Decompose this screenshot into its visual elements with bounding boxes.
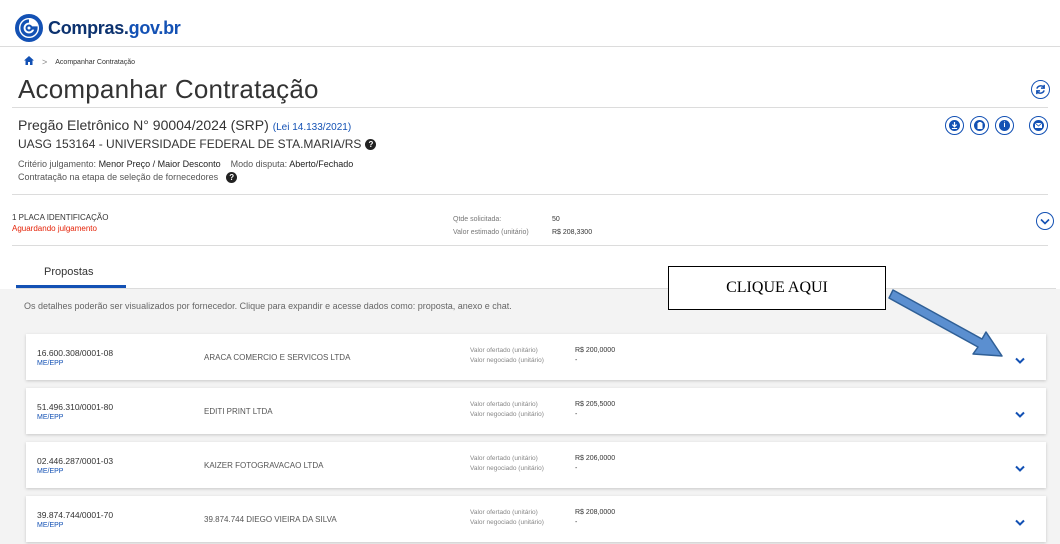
offered-value: R$ 208,0000: [575, 509, 616, 516]
offered-label: Valor ofertado (unitário): [470, 455, 538, 462]
supplier-size: ME/EPP: [37, 522, 64, 529]
process-title: Pregão Eletrônico N° 90004/2024 (SRP) (Le…: [18, 117, 352, 133]
supplier-size: ME/EPP: [37, 468, 64, 475]
qty-value: 50: [552, 216, 560, 223]
help-icon[interactable]: ?: [365, 139, 377, 151]
negotiated-value: -: [575, 411, 578, 418]
breadcrumb: > Acompanhar Contratação: [24, 56, 135, 68]
clipboard-button[interactable]: [970, 116, 989, 135]
offered-value: R$ 200,0000: [575, 347, 616, 354]
item-status: Aguardando julgamento: [12, 224, 97, 233]
negotiated-value: -: [575, 465, 578, 472]
criteria-line: Critério julgamento: Menor Preço / Maior…: [18, 159, 354, 169]
supplier-cnpj: 16.600.308/0001-08: [37, 348, 114, 358]
home-icon[interactable]: [24, 56, 34, 68]
download-icon: [949, 120, 960, 131]
logo-icon: [15, 14, 43, 42]
chevron-down-icon[interactable]: [1015, 351, 1025, 369]
supplier-name: EDITI PRINT LTDA: [204, 407, 273, 416]
estimated-value: R$ 208,3300: [552, 229, 593, 236]
qty-label: Qtde solicitada:: [453, 216, 502, 223]
estimated-value-label: Valor estimado (unitário): [453, 229, 529, 236]
info-button[interactable]: i: [995, 116, 1014, 135]
supplier-name: 39.874.744 DIEGO VIEIRA DA SILVA: [204, 515, 337, 524]
negotiated-label: Valor negociado (unitário): [470, 411, 544, 418]
clipboard-icon: [974, 120, 985, 131]
download-button[interactable]: [945, 116, 964, 135]
breadcrumb-separator-icon: >: [42, 57, 48, 67]
negotiated-label: Valor negociado (unitário): [470, 357, 544, 364]
item-title: 1 PLACA IDENTIFICAÇÃO: [12, 213, 109, 222]
negotiated-label: Valor negociado (unitário): [470, 465, 544, 472]
supplier-cnpj: 39.874.744/0001-70: [37, 510, 114, 520]
supplier-size: ME/EPP: [37, 360, 64, 367]
callout-box: CLIQUE AQUI: [668, 266, 886, 310]
supplier-size: ME/EPP: [37, 414, 64, 421]
refresh-button[interactable]: [1031, 80, 1050, 99]
supplier-name: KAIZER FOTOGRAVACAO LTDA: [204, 461, 324, 470]
logo-text: Compras.gov.br: [48, 17, 181, 38]
negotiated-value: -: [575, 357, 578, 364]
site-logo[interactable]: Compras.gov.br: [14, 13, 181, 43]
expand-item-button[interactable]: [1036, 212, 1054, 230]
negotiated-value: -: [575, 519, 578, 526]
proposal-card[interactable]: 39.874.744/0001-70 ME/EPP 39.874.744 DIE…: [26, 496, 1046, 542]
chevron-down-icon: [1040, 218, 1050, 225]
proposal-card[interactable]: 02.446.287/0001-03 ME/EPP KAIZER FOTOGRA…: [26, 442, 1046, 488]
negotiated-label: Valor negociado (unitário): [470, 519, 544, 526]
offered-label: Valor ofertado (unitário): [470, 347, 538, 354]
chevron-down-icon[interactable]: [1015, 513, 1025, 531]
help-icon[interactable]: ?: [226, 172, 238, 184]
title-divider: [12, 107, 1048, 108]
process-divider: [12, 194, 1048, 195]
uasg-line: UASG 153164 - UNIVERSIDADE FEDERAL DE ST…: [18, 137, 377, 151]
supplier-name: ARACA COMERCIO E SERVICOS LTDA: [204, 353, 351, 362]
header-divider: [0, 46, 1060, 47]
info-icon: i: [999, 120, 1010, 131]
proposals-description: Os detalhes poderão ser visualizados por…: [24, 301, 512, 311]
tab-proposals[interactable]: Propostas: [44, 266, 94, 278]
offered-label: Valor ofertado (unitário): [470, 509, 538, 516]
supplier-cnpj: 51.496.310/0001-80: [37, 402, 114, 412]
stage-line: Contratação na etapa de seleção de forne…: [18, 172, 238, 184]
breadcrumb-current: Acompanhar Contratação: [55, 58, 136, 66]
supplier-cnpj: 02.446.287/0001-03: [37, 456, 114, 466]
offered-value: R$ 205,5000: [575, 401, 616, 408]
arrow-icon: [888, 289, 1003, 357]
proposal-card[interactable]: 51.496.310/0001-80 ME/EPP EDITI PRINT LT…: [26, 388, 1046, 434]
mail-button[interactable]: [1029, 116, 1048, 135]
refresh-icon: [1036, 84, 1045, 95]
mail-icon: [1033, 120, 1044, 131]
chevron-down-icon[interactable]: [1015, 459, 1025, 477]
page-title: Acompanhar Contratação: [18, 74, 319, 104]
law-link[interactable]: (Lei 14.133/2021): [273, 122, 351, 133]
chevron-down-icon[interactable]: [1015, 405, 1025, 423]
offered-value: R$ 206,0000: [575, 455, 616, 462]
item-divider: [12, 245, 1048, 246]
offered-label: Valor ofertado (unitário): [470, 401, 538, 408]
